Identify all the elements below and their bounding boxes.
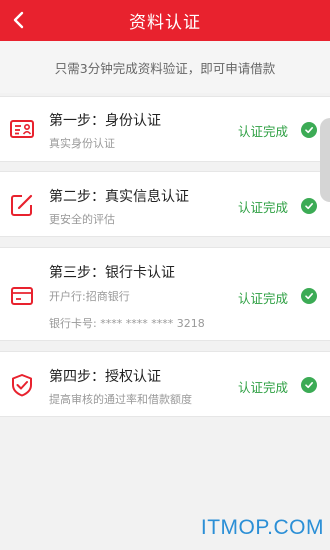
step-status: 认证完成 <box>238 380 289 395</box>
step-card-authorization[interactable]: 第四步：授权认证 提高审核的通过率和借款额度 认证完成 <box>0 351 330 417</box>
check-circle-icon <box>301 198 317 214</box>
step-card-identity[interactable]: 第一步：身份认证 真实身份认证 认证完成 <box>0 96 330 162</box>
notice-text: 只需3分钟完成资料验证，即可申请借款 <box>0 41 330 93</box>
step-subtitle: 更安全的评估 <box>49 213 115 226</box>
step-title: 第二步：真实信息认证 <box>49 189 189 205</box>
bank-card-number: 银行卡号: **** **** **** 3218 <box>49 317 205 330</box>
id-card-icon <box>10 120 34 138</box>
check-circle-icon <box>301 122 317 138</box>
step-title: 第四步：授权认证 <box>49 369 161 385</box>
bank-card-icon <box>11 287 33 305</box>
step-subtitle: 真实身份认证 <box>49 137 115 150</box>
back-button[interactable] <box>4 5 34 35</box>
edit-icon <box>11 194 33 216</box>
step-card-bank[interactable]: 第三步：银行卡认证 开户行:招商银行 银行卡号: **** **** **** … <box>0 247 330 341</box>
check-circle-icon <box>301 288 317 304</box>
shield-check-icon <box>12 374 32 397</box>
step-subtitle: 提高审核的通过率和借款额度 <box>49 393 192 406</box>
step-subtitle: 开户行:招商银行 <box>49 290 130 303</box>
step-status: 认证完成 <box>238 124 289 139</box>
top-nav-bar: 资料认证 <box>0 0 330 41</box>
floating-side-handle[interactable] <box>320 118 330 202</box>
step-card-info[interactable]: 第二步：真实信息认证 更安全的评估 认证完成 <box>0 171 330 237</box>
step-status: 认证完成 <box>238 200 289 215</box>
check-circle-icon <box>301 377 317 393</box>
step-title: 第三步：银行卡认证 <box>49 265 175 281</box>
page-title: 资料认证 <box>129 13 201 33</box>
step-status: 认证完成 <box>238 291 289 306</box>
chevron-left-icon <box>13 11 24 29</box>
step-title: 第一步：身份认证 <box>49 113 161 129</box>
watermark: ITMOP.COM <box>200 516 324 539</box>
